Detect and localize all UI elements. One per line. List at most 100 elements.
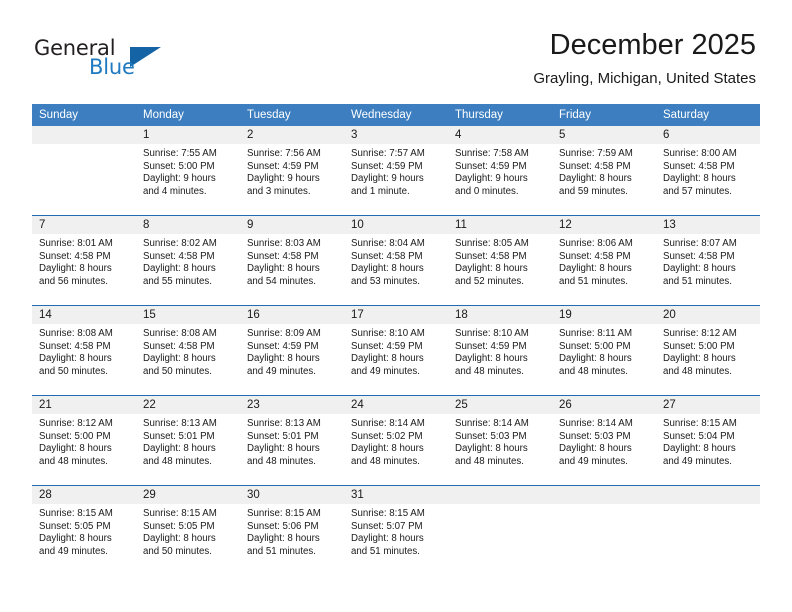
daylight-text-line2: and 51 minutes. [663,275,732,287]
sunrise-text: Sunrise: 8:06 AM [559,238,633,249]
sunset-text: Sunset: 4:58 PM [559,160,631,172]
sunset-text: Sunset: 5:00 PM [559,340,631,352]
calendar-day-cell[interactable]: 31 Sunrise: 8:15 AM Sunset: 5:07 PM Dayl… [344,485,448,575]
calendar-day-cell[interactable]: 11 Sunrise: 8:05 AM Sunset: 4:58 PM Dayl… [448,215,552,306]
sunrise-text: Sunrise: 8:10 AM [351,328,425,339]
sunset-text: Sunset: 4:59 PM [455,340,527,352]
day-details: Sunrise: 8:00 AM Sunset: 4:58 PM Dayligh… [656,144,760,198]
calendar-day-cell[interactable]: 27 Sunrise: 8:15 AM Sunset: 5:04 PM Dayl… [656,395,760,486]
calendar-day-cell[interactable]: 4 Sunrise: 7:58 AM Sunset: 4:59 PM Dayli… [448,126,552,216]
calendar-day-cell[interactable]: 10 Sunrise: 8:04 AM Sunset: 4:58 PM Dayl… [344,215,448,306]
calendar-day-cell[interactable]: 5 Sunrise: 7:59 AM Sunset: 4:58 PM Dayli… [552,126,656,216]
calendar-day-cell[interactable]: 1 Sunrise: 7:55 AM Sunset: 5:00 PM Dayli… [136,126,240,216]
calendar-day-cell[interactable]: 28 Sunrise: 8:15 AM Sunset: 5:05 PM Dayl… [32,485,136,575]
day-details: Sunrise: 7:55 AM Sunset: 5:00 PM Dayligh… [136,144,240,198]
calendar-day-cell[interactable]: 7 Sunrise: 8:01 AM Sunset: 4:58 PM Dayli… [32,215,136,306]
weekday-header-saturday: Saturday [656,104,760,126]
sunset-text: Sunset: 5:01 PM [247,430,319,442]
calendar-day-cell[interactable]: 30 Sunrise: 8:15 AM Sunset: 5:06 PM Dayl… [240,485,344,575]
day-details: Sunrise: 8:04 AM Sunset: 4:58 PM Dayligh… [344,234,448,288]
day-number: 13 [656,216,760,234]
calendar-day-cell[interactable]: 6 Sunrise: 8:00 AM Sunset: 4:58 PM Dayli… [656,126,760,216]
calendar-day-cell[interactable]: 21 Sunrise: 8:12 AM Sunset: 5:00 PM Dayl… [32,395,136,486]
day-details: Sunrise: 8:15 AM Sunset: 5:05 PM Dayligh… [136,504,240,558]
sunrise-text: Sunrise: 8:14 AM [455,418,529,429]
calendar-day-cell[interactable]: 25 Sunrise: 8:14 AM Sunset: 5:03 PM Dayl… [448,395,552,486]
calendar-day-cell[interactable] [32,126,136,216]
sunset-text: Sunset: 4:58 PM [39,250,111,262]
day-number: 21 [32,396,136,414]
calendar-header-row: Sunday Monday Tuesday Wednesday Thursday… [32,104,760,126]
calendar-day-cell[interactable]: 8 Sunrise: 8:02 AM Sunset: 4:58 PM Dayli… [136,215,240,306]
calendar-day-cell[interactable]: 20 Sunrise: 8:12 AM Sunset: 5:00 PM Dayl… [656,305,760,396]
calendar-day-cell[interactable]: 18 Sunrise: 8:10 AM Sunset: 4:59 PM Dayl… [448,305,552,396]
day-number: 23 [240,396,344,414]
weekday-header-wednesday: Wednesday [344,104,448,126]
sunset-text: Sunset: 5:03 PM [559,430,631,442]
daylight-text-line2: and 52 minutes. [455,275,524,287]
daylight-text-line2: and 48 minutes. [39,455,108,467]
calendar-day-cell[interactable]: 3 Sunrise: 7:57 AM Sunset: 4:59 PM Dayli… [344,126,448,216]
calendar-day-cell[interactable] [552,485,656,575]
daylight-text-line1: Daylight: 8 hours [559,173,632,185]
day-number: 12 [552,216,656,234]
day-details [552,504,656,508]
daylight-text-line2: and 56 minutes. [39,275,108,287]
day-details: Sunrise: 8:15 AM Sunset: 5:06 PM Dayligh… [240,504,344,558]
calendar-day-cell[interactable]: 15 Sunrise: 8:08 AM Sunset: 4:58 PM Dayl… [136,305,240,396]
sunset-text: Sunset: 4:59 PM [247,160,319,172]
daylight-text-line2: and 48 minutes. [351,455,420,467]
weekday-header-tuesday: Tuesday [240,104,344,126]
sunrise-text: Sunrise: 8:13 AM [247,418,321,429]
calendar-day-cell[interactable]: 2 Sunrise: 7:56 AM Sunset: 4:59 PM Dayli… [240,126,344,216]
calendar-day-cell[interactable]: 26 Sunrise: 8:14 AM Sunset: 5:03 PM Dayl… [552,395,656,486]
day-details: Sunrise: 8:08 AM Sunset: 4:58 PM Dayligh… [32,324,136,378]
calendar-day-cell[interactable]: 29 Sunrise: 8:15 AM Sunset: 5:05 PM Dayl… [136,485,240,575]
calendar-day-cell[interactable]: 22 Sunrise: 8:13 AM Sunset: 5:01 PM Dayl… [136,395,240,486]
brand-name-blue: Blue [89,55,135,79]
calendar-day-cell[interactable]: 19 Sunrise: 8:11 AM Sunset: 5:00 PM Dayl… [552,305,656,396]
daylight-text-line2: and 4 minutes. [143,185,207,197]
sunrise-text: Sunrise: 8:14 AM [351,418,425,429]
day-number [552,486,656,504]
calendar-day-cell[interactable] [448,485,552,575]
day-number: 16 [240,306,344,324]
calendar-day-cell[interactable]: 12 Sunrise: 8:06 AM Sunset: 4:58 PM Dayl… [552,215,656,306]
sunset-text: Sunset: 4:59 PM [247,340,319,352]
day-number: 17 [344,306,448,324]
calendar-week-row: 7 Sunrise: 8:01 AM Sunset: 4:58 PM Dayli… [32,215,760,306]
calendar-day-cell[interactable]: 16 Sunrise: 8:09 AM Sunset: 4:59 PM Dayl… [240,305,344,396]
calendar-body: 1 Sunrise: 7:55 AM Sunset: 5:00 PM Dayli… [32,126,760,575]
daylight-text-line2: and 48 minutes. [455,365,524,377]
calendar-week-row: 14 Sunrise: 8:08 AM Sunset: 4:58 PM Dayl… [32,305,760,396]
day-details: Sunrise: 7:59 AM Sunset: 4:58 PM Dayligh… [552,144,656,198]
sunset-text: Sunset: 5:00 PM [143,160,215,172]
daylight-text-line1: Daylight: 8 hours [351,263,424,275]
day-details: Sunrise: 7:58 AM Sunset: 4:59 PM Dayligh… [448,144,552,198]
day-details: Sunrise: 8:15 AM Sunset: 5:04 PM Dayligh… [656,414,760,468]
sunrise-text: Sunrise: 8:02 AM [143,238,217,249]
sunrise-text: Sunrise: 8:14 AM [559,418,633,429]
daylight-text-line1: Daylight: 8 hours [455,263,528,275]
sunset-text: Sunset: 5:02 PM [351,430,423,442]
sunset-text: Sunset: 4:58 PM [351,250,423,262]
calendar-day-cell[interactable]: 23 Sunrise: 8:13 AM Sunset: 5:01 PM Dayl… [240,395,344,486]
calendar-day-cell[interactable] [656,485,760,575]
sunrise-text: Sunrise: 8:13 AM [143,418,217,429]
daylight-text-line1: Daylight: 8 hours [663,263,736,275]
calendar-day-cell[interactable]: 14 Sunrise: 8:08 AM Sunset: 4:58 PM Dayl… [32,305,136,396]
day-details: Sunrise: 8:14 AM Sunset: 5:03 PM Dayligh… [552,414,656,468]
calendar-day-cell[interactable]: 9 Sunrise: 8:03 AM Sunset: 4:58 PM Dayli… [240,215,344,306]
sunrise-text: Sunrise: 7:58 AM [455,148,529,159]
day-details: Sunrise: 8:13 AM Sunset: 5:01 PM Dayligh… [136,414,240,468]
sunset-text: Sunset: 5:06 PM [247,520,319,532]
sunset-text: Sunset: 4:59 PM [351,160,423,172]
daylight-text-line1: Daylight: 8 hours [663,173,736,185]
calendar-day-cell[interactable]: 24 Sunrise: 8:14 AM Sunset: 5:02 PM Dayl… [344,395,448,486]
daylight-text-line1: Daylight: 8 hours [455,353,528,365]
daylight-text-line2: and 51 minutes. [559,275,628,287]
daylight-text-line2: and 1 minute. [351,185,410,197]
brand-logo[interactable]: General Blue [34,36,264,96]
calendar-day-cell[interactable]: 13 Sunrise: 8:07 AM Sunset: 4:58 PM Dayl… [656,215,760,306]
calendar-day-cell[interactable]: 17 Sunrise: 8:10 AM Sunset: 4:59 PM Dayl… [344,305,448,396]
